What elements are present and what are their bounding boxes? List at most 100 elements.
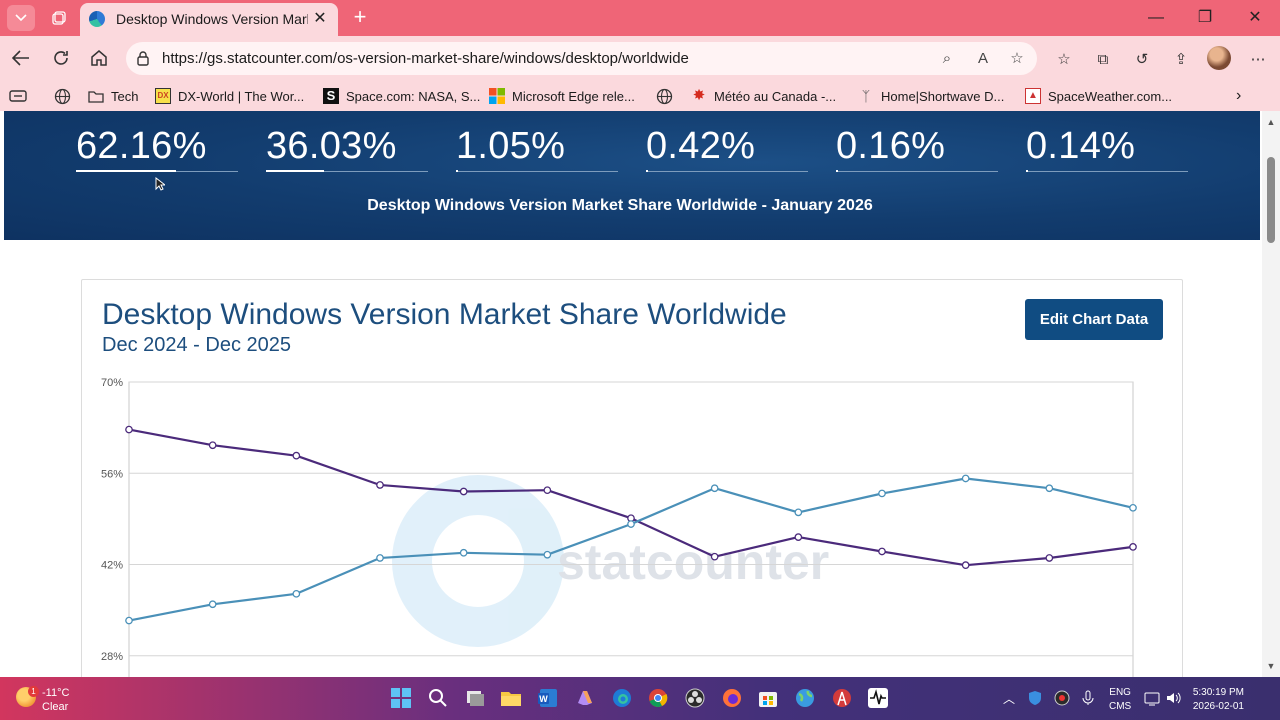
favorites-overflow-chevron-icon[interactable]: ›	[1236, 87, 1241, 105]
stat-item[interactable]: 0.14%	[1026, 111, 1188, 172]
favorite-dxworld[interactable]: DX DX-World | The Wor...	[155, 87, 304, 105]
zoom-icon[interactable]: ⌕	[937, 49, 957, 69]
stats-banner: 62.16% 36.03% 1.05% 0.42% 0.16% 0.14% De…	[4, 111, 1260, 240]
globe-app-icon[interactable]	[794, 687, 816, 709]
chart-title: Desktop Windows Version Market Share Wor…	[102, 298, 787, 331]
microsoft-icon	[489, 88, 505, 104]
favorite-label: Home|Shortwave D...	[881, 88, 1005, 104]
microphone-icon[interactable]	[1080, 690, 1096, 706]
audio-app-icon[interactable]	[867, 687, 889, 709]
scroll-down-icon[interactable]: ▼	[1266, 661, 1276, 671]
store-icon[interactable]	[757, 687, 779, 709]
restore-button[interactable]: ❐	[1181, 0, 1229, 36]
stat-item[interactable]: 62.16%	[76, 111, 238, 172]
close-window-button[interactable]: ✕	[1231, 0, 1279, 36]
task-view-icon[interactable]	[464, 687, 486, 709]
page-scrollbar[interactable]: ▲ ▼	[1262, 111, 1280, 677]
favorite-space[interactable]: S Space.com: NASA, S...	[323, 87, 480, 105]
data-point	[710, 484, 719, 493]
weather-badge: 1	[28, 686, 39, 697]
favorite-tech[interactable]: Tech	[88, 87, 138, 105]
plot-frame	[128, 381, 1134, 677]
favorite-shortwave[interactable]: ᛉ Home|Shortwave D...	[858, 87, 1005, 105]
collections-icon[interactable]: ⧉	[1092, 49, 1114, 71]
data-point	[961, 561, 970, 570]
close-tab-icon[interactable]: ✕	[310, 9, 330, 29]
edge-icon[interactable]	[611, 687, 633, 709]
language-indicator[interactable]: ENG CMS	[1109, 686, 1131, 714]
obs-tray-icon[interactable]	[1054, 690, 1070, 706]
file-explorer-icon[interactable]	[500, 687, 522, 709]
stat-item[interactable]: 0.16%	[836, 111, 998, 172]
taskbar: 1 -11°C Clear W ︿ ENG CMS 5:30:19 PM 202…	[0, 677, 1280, 720]
history-icon[interactable]: ↺	[1131, 49, 1153, 71]
refresh-icon	[54, 51, 68, 65]
workspaces-button[interactable]	[45, 5, 73, 31]
data-point	[292, 589, 301, 598]
lock-icon[interactable]	[136, 50, 150, 66]
favorite-star-icon[interactable]: ☆	[1007, 49, 1027, 69]
reading-list-icon[interactable]	[9, 87, 27, 105]
y-tick-label: 28%	[101, 651, 123, 663]
network-icon[interactable]	[1144, 690, 1160, 706]
stat-bar	[1026, 170, 1028, 172]
back-arrow-icon	[12, 50, 29, 66]
more-options-icon[interactable]: ⋯	[1247, 49, 1269, 71]
scroll-up-icon[interactable]: ▲	[1266, 117, 1276, 127]
obs-icon[interactable]	[684, 687, 706, 709]
favorite-microsoft[interactable]: Microsoft Edge rele...	[489, 87, 635, 105]
volume-icon[interactable]	[1165, 690, 1181, 706]
favorite-spaceweather[interactable]: ▲ SpaceWeather.com...	[1025, 87, 1172, 105]
word-icon[interactable]: W	[537, 687, 559, 709]
stat-item[interactable]: 36.03%	[266, 111, 428, 172]
refresh-button[interactable]	[48, 45, 74, 71]
edit-chart-data-button[interactable]: Edit Chart Data	[1025, 299, 1163, 340]
stat-bar	[76, 170, 176, 172]
defender-tray-icon[interactable]	[1027, 690, 1043, 706]
home-button[interactable]	[86, 45, 112, 71]
tray-overflow-chevron-icon[interactable]: ︿	[1003, 690, 1015, 707]
copilot-icon[interactable]	[574, 687, 596, 709]
data-point	[1045, 484, 1054, 493]
back-button[interactable]	[8, 45, 34, 71]
weather-condition[interactable]: Clear	[42, 701, 68, 713]
data-point	[961, 474, 970, 483]
globe-icon[interactable]	[54, 87, 71, 105]
stat-value: 62.16%	[76, 125, 207, 167]
data-point	[1129, 503, 1137, 512]
share-icon[interactable]: ⇪	[1170, 49, 1192, 71]
read-aloud-icon[interactable]: A	[973, 49, 993, 69]
new-tab-button[interactable]: +	[346, 4, 374, 30]
firefox-icon[interactable]	[721, 687, 743, 709]
weather-temperature[interactable]: -11°C	[42, 687, 69, 699]
radio-app-icon[interactable]	[831, 687, 853, 709]
scroll-thumb[interactable]	[1267, 157, 1275, 243]
data-point	[125, 425, 133, 434]
browser-tab[interactable]: Desktop Windows Version Market Share Wor…	[80, 3, 338, 36]
profile-avatar[interactable]	[1207, 46, 1231, 70]
data-point	[543, 550, 552, 559]
stat-value: 0.16%	[836, 125, 946, 167]
stat-value: 36.03%	[266, 125, 397, 167]
start-icon[interactable]	[390, 687, 412, 709]
search-icon[interactable]	[427, 687, 449, 709]
url-text[interactable]: https://gs.statcounter.com/os-version-ma…	[162, 50, 689, 67]
banner-caption: Desktop Windows Version Market Share Wor…	[367, 197, 873, 214]
data-point	[878, 547, 886, 556]
chrome-icon[interactable]	[647, 687, 669, 709]
favorite-label: Microsoft Edge rele...	[512, 88, 635, 104]
data-point	[208, 441, 217, 450]
favorite-meteo[interactable]: ✸ Météo au Canada -...	[691, 87, 836, 105]
address-bar[interactable]: https://gs.statcounter.com/os-version-ma…	[126, 42, 1037, 75]
minimize-button[interactable]: —	[1132, 0, 1180, 36]
stat-item[interactable]: 1.05%	[456, 111, 618, 172]
mouse-cursor-icon	[155, 177, 165, 191]
maple-leaf-icon: ✸	[692, 87, 706, 104]
stat-item[interactable]: 0.42%	[646, 111, 808, 172]
system-clock[interactable]: 5:30:19 PM 2026-02-01	[1186, 686, 1244, 714]
dxworld-icon: DX	[155, 88, 171, 104]
language-code: ENG	[1109, 687, 1131, 698]
favorites-icon[interactable]: ☆	[1053, 49, 1075, 71]
globe-icon[interactable]	[656, 87, 673, 105]
tab-actions-menu-button[interactable]	[7, 5, 35, 31]
